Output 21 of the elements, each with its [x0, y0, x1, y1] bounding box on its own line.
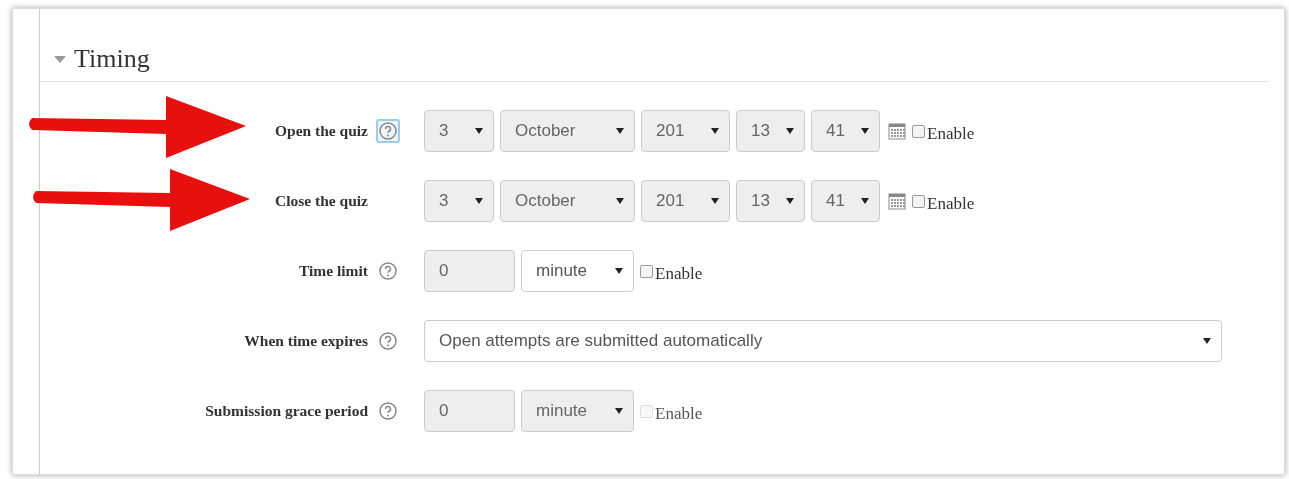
dropdown[interactable]: Open attempts are submitted automatically [424, 320, 1222, 362]
checkbox-label: Enable [655, 264, 703, 284]
field-label: Close the quiz [275, 192, 368, 210]
checkbox-label: Enable [655, 404, 703, 424]
field-label: Time limit [298, 262, 368, 280]
help-icon[interactable] [378, 331, 398, 351]
dropdown[interactable]: minute [521, 250, 634, 292]
calendar-icon[interactable] [888, 192, 906, 210]
field-label: Open the quiz [275, 122, 368, 140]
field-label: When time expires [244, 332, 368, 350]
checkbox[interactable] [912, 194, 925, 208]
calendar-icon[interactable] [888, 122, 906, 140]
section-title: Timing [74, 44, 150, 74]
help-icon[interactable] [378, 261, 398, 281]
help-icon[interactable] [378, 401, 398, 421]
checkbox[interactable] [640, 264, 653, 278]
checkbox-label: Enable [927, 124, 975, 144]
checkbox[interactable] [912, 124, 925, 138]
collapse-icon[interactable] [54, 55, 66, 63]
checkbox-label: Enable [927, 194, 975, 214]
field-label: Submission grace period [205, 402, 368, 420]
